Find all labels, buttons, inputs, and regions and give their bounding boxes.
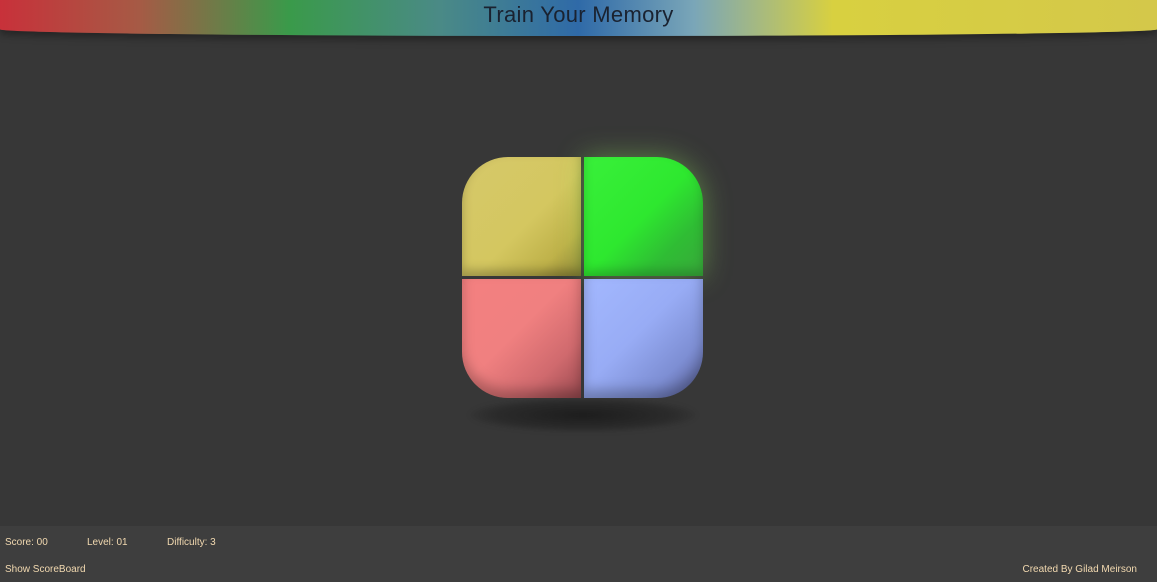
footer-bar: Score: 00 Level: 01 Difficulty: 3 Show S… [0,526,1157,582]
level-display: Level: 01 [87,537,128,548]
header-banner: Train Your Memory [0,0,1157,36]
game-board [462,157,703,398]
score-display: Score: 00 [5,537,48,548]
board-shadow [470,398,696,432]
difficulty-display: Difficulty: 3 [167,537,216,548]
credit-text: Created By Gilad Meirson [1022,564,1138,575]
yellow-pad[interactable] [462,157,581,276]
page-title: Train Your Memory [483,2,674,27]
show-scoreboard-link[interactable]: Show ScoreBoard [5,564,86,575]
green-pad[interactable] [584,157,703,276]
blue-pad[interactable] [584,279,703,398]
red-pad[interactable] [462,279,581,398]
